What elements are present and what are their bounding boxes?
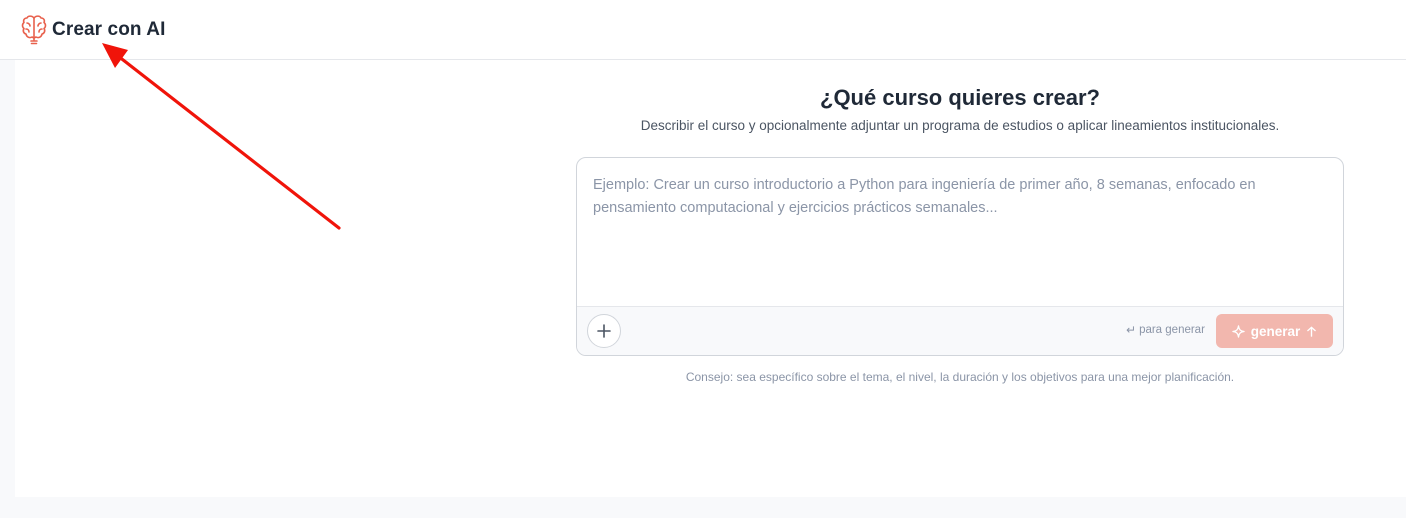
attach-button[interactable] [587,314,621,348]
enter-icon: ↵ [1126,323,1137,337]
enter-hint: ↵ para generar [1126,323,1205,337]
enter-hint-label: para generar [1139,324,1205,336]
plus-icon [597,324,611,338]
arrow-up-icon [1306,326,1317,337]
generate-button-label: generar [1250,323,1301,339]
brain-icon [21,15,47,45]
composer-footer: ↵ para generar generar [577,306,1343,355]
tip-text: Consejo: sea específico sobre el tema, e… [685,370,1235,384]
app-title: Crear con AI [52,19,166,40]
top-bar: Crear con AI [0,0,1406,60]
generate-button[interactable]: generar [1216,314,1333,348]
course-description-input[interactable] [577,158,1343,306]
sparkle-icon [1232,324,1245,338]
page-subtitle: Describir el curso y opcionalmente adjun… [640,118,1280,133]
course-prompt-composer: ↵ para generar generar [576,157,1344,356]
page-title: ¿Qué curso quieres crear? [820,85,1100,110]
brand[interactable]: Crear con AI [20,13,165,47]
